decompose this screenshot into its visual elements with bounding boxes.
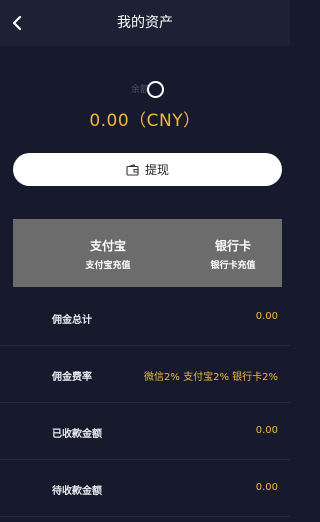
list-item: 已收款金额 0.00: [0, 403, 290, 460]
row-value: 0.00: [255, 482, 278, 493]
row-label: 已收款金额: [52, 429, 102, 440]
eye-icon[interactable]: [147, 81, 164, 98]
list-item: 待收款金额 0.00: [0, 460, 290, 517]
withdraw-button[interactable]: 提现: [13, 153, 282, 186]
row-value: 0.00: [255, 425, 278, 436]
bank-card-option[interactable]: 银行卡 银行卡充值: [198, 237, 268, 271]
row-value: 微信2% 支付宝2% 银行卡2%: [144, 372, 278, 383]
withdraw-label: 提现: [144, 163, 169, 177]
list-item: 佣金费率 微信2% 支付宝2% 银行卡2%: [0, 346, 290, 403]
row-value: 0.00: [255, 311, 278, 322]
list-item: 佣金总计 0.00: [0, 289, 290, 346]
row-label: 佣金总计: [52, 315, 92, 326]
recharge-panel: 支付宝 支付宝充值 银行卡 银行卡充值: [13, 219, 282, 287]
alipay-subtitle: 支付宝充值: [85, 261, 131, 271]
top-bar: 我的资产: [0, 0, 290, 46]
row-label: 待收款金额: [52, 486, 102, 497]
bank-card-title: 银行卡: [214, 239, 251, 253]
page-title: 我的资产: [117, 15, 173, 31]
balance-amount: 0.00（CNY）: [89, 111, 201, 131]
wallet-icon: [126, 163, 139, 176]
alipay-option[interactable]: 支付宝 支付宝充值: [73, 237, 143, 271]
bank-card-subtitle: 银行卡充值: [210, 261, 256, 271]
row-label: 佣金费率: [52, 372, 92, 383]
alipay-title: 支付宝: [89, 239, 126, 253]
